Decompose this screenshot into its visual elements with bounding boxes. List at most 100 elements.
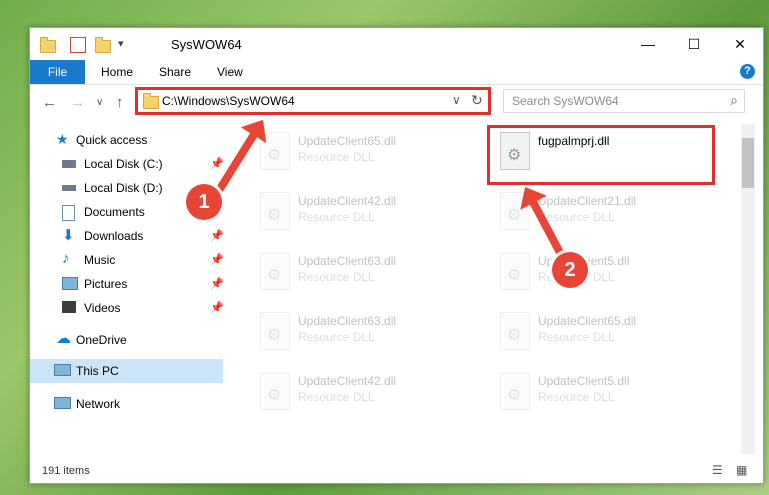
file-type: Resource DLL <box>298 210 375 224</box>
title-bar: ▾ SysWOW64 — ☐ ✕ <box>30 28 763 60</box>
file-item[interactable]: UpdateClient65.dll Resource DLL <box>490 308 710 356</box>
sidebar-item-videos[interactable]: Videos 📌 <box>30 296 224 320</box>
file-type: Resource DLL <box>298 330 375 344</box>
sidebar-item-label: Pictures <box>84 277 128 291</box>
maximize-button[interactable]: ☐ <box>671 28 717 60</box>
properties-icon[interactable] <box>70 37 86 53</box>
drive-icon <box>62 160 76 168</box>
music-note-icon: ♪ <box>62 250 70 267</box>
document-icon <box>62 205 75 221</box>
back-button[interactable]: ← <box>42 94 57 111</box>
forward-button[interactable]: → <box>70 94 85 111</box>
file-highlight-box <box>487 125 715 185</box>
sidebar-item-label: Videos <box>84 301 121 315</box>
file-name: UpdateClient63.dll <box>298 314 397 328</box>
sidebar-item-label: Network <box>76 397 121 411</box>
pin-icon[interactable]: 📌 <box>210 301 224 314</box>
recent-locations-button[interactable]: ∨ <box>96 97 103 108</box>
dll-file-icon <box>500 312 530 350</box>
tab-home[interactable]: Home <box>101 65 133 79</box>
sidebar-item-downloads[interactable]: ⬇ Downloads 📌 <box>30 224 224 248</box>
dll-file-icon <box>260 372 290 410</box>
file-type: Resource DLL <box>538 390 615 404</box>
pin-icon[interactable]: 📌 <box>210 229 224 242</box>
picture-icon <box>62 277 78 290</box>
sidebar-item-label: OneDrive <box>76 333 127 347</box>
file-name: UpdateClient42.dll <box>298 194 397 208</box>
computer-icon <box>54 364 71 376</box>
file-type: Resource DLL <box>538 210 615 224</box>
file-explorer-window: ▾ SysWOW64 — ☐ ✕ File Home Share View ? … <box>29 27 764 484</box>
star-icon: ★ <box>56 131 69 147</box>
file-type: Resource DLL <box>298 270 375 284</box>
tab-view[interactable]: View <box>217 65 243 79</box>
download-arrow-icon: ⬇ <box>62 227 75 244</box>
close-button[interactable]: ✕ <box>717 28 763 60</box>
sidebar-item-label: Local Disk (D:) <box>84 181 163 195</box>
vertical-scrollbar[interactable] <box>741 124 755 454</box>
folder-icon <box>40 37 56 53</box>
search-box[interactable]: Search SysWOW64 ⌕ <box>503 89 745 113</box>
sidebar-item-label: Documents <box>84 205 145 219</box>
pin-icon[interactable]: 📌 <box>210 157 224 170</box>
minimize-button[interactable]: — <box>625 28 671 60</box>
sidebar-item-local-disk-c[interactable]: Local Disk (C:) 📌 <box>30 152 224 176</box>
network-icon <box>54 397 71 409</box>
details-view-icon[interactable]: ☰ <box>712 463 723 477</box>
film-icon <box>62 301 76 313</box>
dll-file-icon <box>260 312 290 350</box>
file-name: UpdateClient21.dll <box>538 194 637 208</box>
tab-file[interactable]: File <box>30 60 85 84</box>
dll-file-icon <box>260 192 290 230</box>
file-name: UpdateClient42.dll <box>298 374 397 388</box>
file-type: Resource DLL <box>298 150 375 164</box>
sidebar-item-label: Music <box>84 253 116 267</box>
sidebar-item-label: Quick access <box>76 133 148 147</box>
file-item[interactable]: UpdateClient63.dll Resource DLL <box>250 308 470 356</box>
ribbon-tabs: File Home Share View ? <box>30 60 763 85</box>
file-name: UpdateClient65.dll <box>538 314 637 328</box>
navigation-pane: ★ Quick access Local Disk (C:) 📌 Local D… <box>30 124 230 454</box>
address-highlight-box <box>135 87 491 115</box>
window-title: SysWOW64 <box>171 37 242 52</box>
pin-icon[interactable]: 📌 <box>210 253 224 266</box>
file-name: UpdateClient63.dll <box>298 254 397 268</box>
sidebar-item-network[interactable]: Network <box>30 392 223 416</box>
file-item[interactable]: UpdateClient42.dll Resource DLL <box>250 188 470 236</box>
help-icon[interactable]: ? <box>740 64 755 79</box>
file-item[interactable]: UpdateClient63.dll Resource DLL <box>250 248 470 296</box>
sidebar-item-pictures[interactable]: Pictures 📌 <box>30 272 224 296</box>
callout-1: 1 <box>186 184 222 220</box>
dll-file-icon <box>500 252 530 290</box>
sidebar-item-label: This PC <box>76 364 119 378</box>
large-icons-view-icon[interactable]: ▦ <box>736 463 747 477</box>
file-item[interactable]: UpdateClient42.dll Resource DLL <box>250 368 470 416</box>
dll-file-icon <box>260 252 290 290</box>
pin-icon[interactable]: 📌 <box>210 277 224 290</box>
customize-quick-access-icon[interactable]: ▾ <box>118 37 132 51</box>
item-count: 191 items <box>42 465 90 477</box>
search-icon[interactable]: ⌕ <box>730 92 738 109</box>
status-bar: 191 items ☰ ▦ <box>30 460 763 482</box>
sidebar-item-label: Downloads <box>84 229 144 243</box>
sidebar-item-this-pc[interactable]: This PC <box>30 359 223 383</box>
new-folder-icon[interactable] <box>95 37 111 53</box>
drive-icon <box>62 185 76 191</box>
up-button[interactable]: ↑ <box>116 94 124 111</box>
sidebar-item-label: Local Disk (C:) <box>84 157 163 171</box>
search-input[interactable]: Search SysWOW64 <box>512 94 619 108</box>
file-item[interactable]: UpdateClient5.dll Resource DLL <box>490 248 710 296</box>
file-type: Resource DLL <box>298 390 375 404</box>
sidebar-item-onedrive[interactable]: ☁ OneDrive <box>30 328 223 352</box>
file-name: UpdateClient65.dll <box>298 134 397 148</box>
cloud-icon: ☁ <box>56 330 71 347</box>
file-item[interactable]: UpdateClient5.dll Resource DLL <box>490 368 710 416</box>
sidebar-item-quick-access[interactable]: ★ Quick access <box>30 128 223 152</box>
callout-2: 2 <box>552 252 588 288</box>
tab-share[interactable]: Share <box>159 65 191 79</box>
file-item[interactable]: UpdateClient65.dll Resource DLL <box>250 128 470 176</box>
sidebar-item-music[interactable]: ♪ Music 📌 <box>30 248 224 272</box>
scrollbar-thumb[interactable] <box>742 138 754 188</box>
file-type: Resource DLL <box>538 330 615 344</box>
file-name: UpdateClient5.dll <box>538 374 630 388</box>
